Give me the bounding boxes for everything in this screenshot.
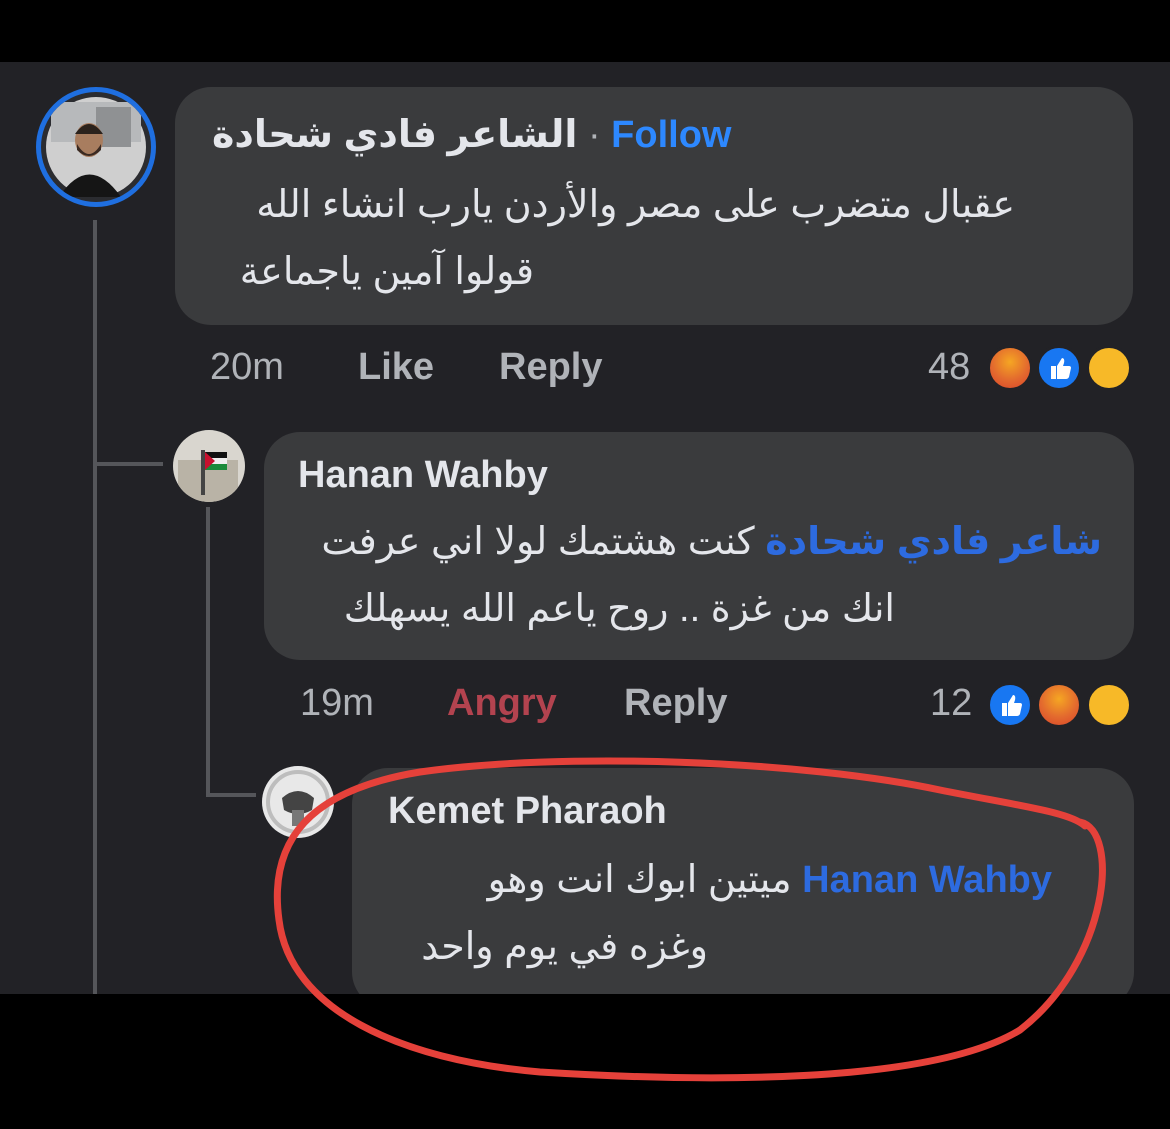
author-name[interactable]: Kemet Pharaoh [388,790,667,833]
care-icon [1086,345,1132,391]
timestamp[interactable]: 19m [300,682,374,725]
comment-text-line-2: وغزه في يوم واحد [421,926,708,968]
like-icon [987,682,1033,728]
like-button[interactable]: Like [358,346,434,389]
reaction-count[interactable]: 48 [928,346,970,389]
thumbs-up-icon [1002,695,1022,716]
author-name[interactable]: الشاعر فادي شحادة [212,114,577,156]
comment-thread: الشاعر فادي شحادة · Follow عقبال متضرب ع… [0,62,1170,994]
angry-reaction-button[interactable]: Angry [447,682,557,725]
author-name[interactable]: Hanan Wahby [298,454,548,497]
comment-text: كنت هشتمك لولا اني عرفت [321,521,755,563]
comment-text-line-1: عقبال متضرب على مصر والأردن يارب انشاء ا… [256,184,1015,226]
like-icon [1036,345,1082,391]
angry-icon [987,345,1033,391]
timestamp[interactable]: 20m [210,346,284,389]
profile-photo-icon [262,766,334,838]
angry-icon [1036,682,1082,728]
thread-line-branch-1 [93,462,163,466]
reply-button[interactable]: Reply [624,682,727,725]
comment-text-line-1: شاعر فادي شحادة كنت هشتمك لولا اني عرفت [321,519,1102,564]
separator-dot: · [587,114,601,156]
reply-button[interactable]: Reply [499,346,602,389]
follow-link[interactable]: Follow [611,114,731,156]
avatar[interactable] [262,766,334,838]
thumbs-up-icon [1051,358,1071,379]
comment-author-line: الشاعر فادي شحادة · Follow [212,112,731,157]
profile-photo-icon [173,430,245,502]
comment-text-line-2: انك من غزة .. روح ياعم الله يسهلك [343,588,895,630]
mention-link[interactable]: Hanan Wahby [802,859,1052,901]
comment-text-line-2: قولوا آمين ياجماعة [239,251,534,293]
comment-text: ميتين ابوك انت وهو [487,859,792,901]
thread-line-sub [206,507,210,797]
profile-photo-icon [46,97,146,197]
avatar[interactable] [36,87,156,207]
mention-link[interactable]: شاعر فادي شحادة [765,521,1102,563]
thread-line-branch-2 [206,793,256,797]
thread-line-main [93,220,97,994]
care-icon [1086,682,1132,728]
reaction-count[interactable]: 12 [930,682,972,725]
comment-text-line-1: Hanan Wahby ميتين ابوك انت وهو [488,857,1052,902]
avatar[interactable] [173,430,245,502]
